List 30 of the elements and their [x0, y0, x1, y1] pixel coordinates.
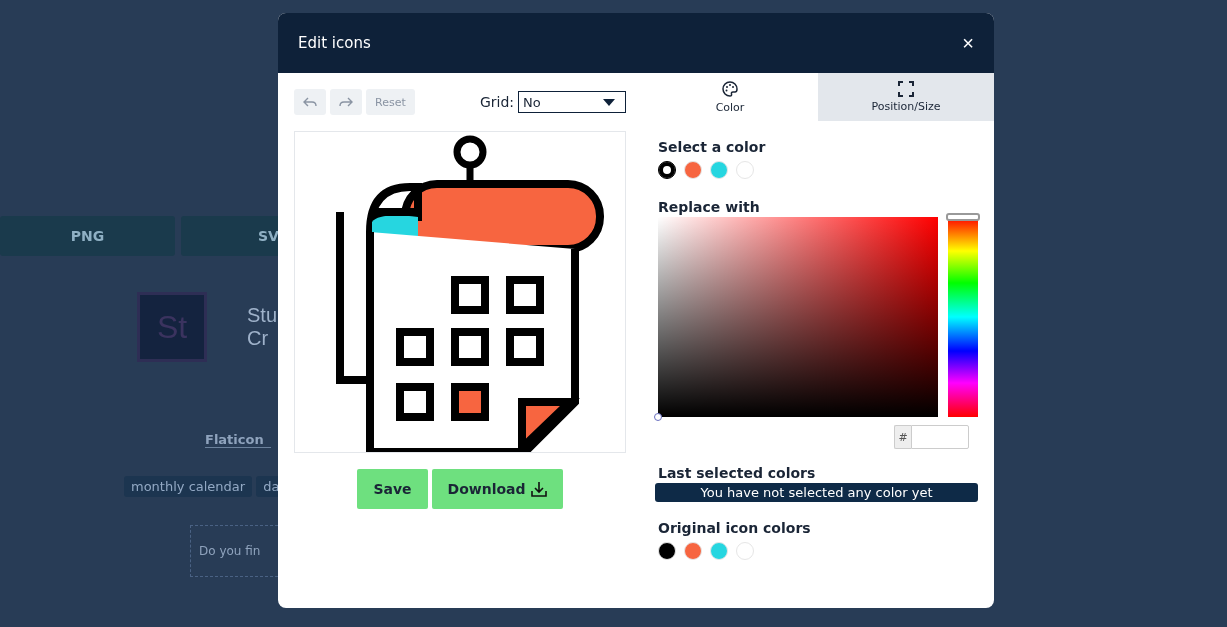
app-title: Stu	[247, 304, 278, 327]
color-swatch[interactable]	[658, 161, 676, 179]
format-button[interactable]: PNG	[0, 216, 175, 256]
grid-select[interactable]: No	[518, 91, 626, 113]
redo-button[interactable]	[330, 89, 362, 115]
download-button[interactable]: Download	[431, 469, 563, 509]
empty-colors-notice: You have not selected any color yet	[655, 483, 978, 502]
download-icon	[530, 481, 547, 497]
palette-icon	[721, 80, 739, 98]
picker-handle[interactable]	[654, 413, 662, 421]
resize-frame-icon	[898, 81, 914, 97]
app-title: Cr	[247, 327, 270, 350]
undo-icon	[303, 96, 317, 108]
redo-icon	[339, 96, 353, 108]
hash-prefix: #	[894, 425, 911, 449]
tab[interactable]: Position/Size	[818, 73, 994, 121]
tag[interactable]: monthly calendar	[124, 476, 253, 497]
section-heading: Select a color	[658, 139, 767, 155]
hue-handle[interactable]	[946, 213, 980, 221]
undo-button[interactable]	[294, 89, 326, 115]
hex-input-field[interactable]	[911, 425, 969, 449]
save-button[interactable]: Save	[357, 469, 428, 509]
close-button[interactable]: ×	[962, 31, 974, 55]
section-heading: Last selected colors	[658, 465, 817, 481]
section-heading: Original icon colors	[658, 520, 812, 536]
section-heading: Replace with	[658, 199, 761, 215]
grid-label: Grid:	[479, 94, 514, 110]
author-link[interactable]: Flaticon	[205, 432, 271, 448]
dropdown-caret-icon	[603, 98, 615, 106]
dialog-title: Edit icons	[298, 34, 371, 52]
